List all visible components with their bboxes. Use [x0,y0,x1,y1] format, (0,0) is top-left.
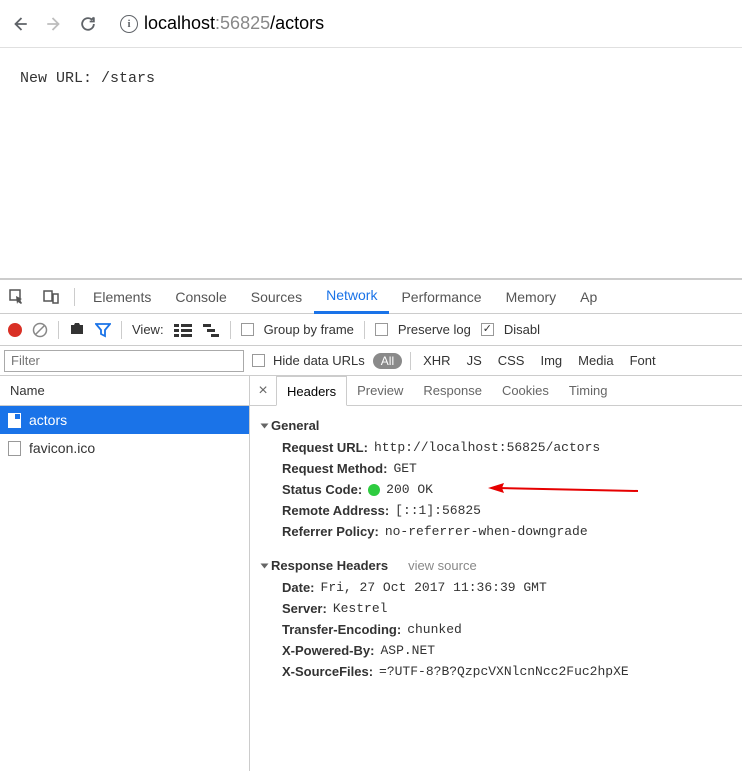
devtools-panel: Elements Console Sources Network Perform… [0,278,742,771]
filter-css[interactable]: CSS [494,353,529,368]
filter-xhr[interactable]: XHR [419,353,454,368]
reload-button[interactable] [78,14,98,34]
tab-cookies[interactable]: Cookies [492,376,559,406]
separator [74,288,75,306]
kv-status-code: Status Code:200 OK [262,479,730,500]
waterfall-icon[interactable] [202,323,220,337]
tab-performance[interactable]: Performance [389,280,493,314]
screenshot-icon[interactable] [69,322,85,338]
separator [410,352,411,370]
record-button[interactable] [8,323,22,337]
view-label: View: [132,322,164,337]
filter-font[interactable]: Font [626,353,660,368]
kv-transfer-encoding: Transfer-Encoding:chunked [262,619,730,640]
kv-date: Date:Fri, 27 Oct 2017 11:36:39 GMT [262,577,730,598]
reload-icon [78,14,98,34]
tab-response[interactable]: Response [413,376,492,406]
status-dot-icon [368,484,380,496]
kv-referrer-policy: Referrer Policy:no-referrer-when-downgra… [262,521,730,542]
section-toggle-general[interactable]: General [262,414,730,437]
kv-remote-address: Remote Address:[::1]:56825 [262,500,730,521]
url-display: localhost:56825/actors [144,13,324,34]
document-icon [8,413,21,428]
filter-bar: Hide data URLs All XHR JS CSS Img Media … [0,346,742,376]
section-response-headers: Response Headers view source Date:Fri, 2… [250,546,742,686]
site-info-icon[interactable]: i [120,15,138,33]
filter-js[interactable]: JS [463,353,486,368]
tab-application[interactable]: Ap [568,280,609,314]
clear-button[interactable] [32,322,48,338]
request-name: favicon.ico [29,440,95,456]
tab-preview[interactable]: Preview [347,376,413,406]
section-toggle-response-headers[interactable]: Response Headers view source [262,554,730,577]
view-source-link[interactable]: view source [408,558,477,573]
arrow-left-icon [11,15,29,33]
filter-all[interactable]: All [373,353,402,369]
column-header-name[interactable]: Name [0,376,249,406]
filter-toggle-icon[interactable] [95,322,111,338]
disable-cache-label: Disabl [504,322,540,337]
page-content: New URL: /stars [0,48,742,278]
arrow-right-icon [45,15,63,33]
network-toolbar: View: Group by frame Preserve log Disabl [0,314,742,346]
annotation-arrow-icon [488,481,638,497]
disable-cache-checkbox[interactable] [481,323,494,336]
tab-console[interactable]: Console [163,280,238,314]
forward-button[interactable] [44,14,64,34]
inspect-element-icon[interactable] [0,289,34,305]
page-text: New URL: /stars [20,70,155,87]
kv-x-sourcefiles: X-SourceFiles:=?UTF-8?B?QzpcVXNlcnNcc2Fu… [262,661,730,682]
device-toolbar-icon[interactable] [34,289,68,305]
separator [364,321,365,339]
hide-data-urls-checkbox[interactable] [252,354,265,367]
kv-server: Server:Kestrel [262,598,730,619]
request-row-actors[interactable]: actors [0,406,249,434]
browser-toolbar: i localhost:56825/actors [0,0,742,48]
hide-data-urls-label: Hide data URLs [273,353,365,368]
close-details-button[interactable]: × [250,382,276,400]
filter-img[interactable]: Img [536,353,566,368]
address-bar[interactable]: i localhost:56825/actors [112,8,732,40]
section-title: Response Headers [271,558,388,573]
network-body: Name actors favicon.ico × Headers Previe… [0,376,742,771]
tab-headers[interactable]: Headers [276,376,347,406]
url-port: :56825 [215,13,270,33]
preserve-log-label: Preserve log [398,322,471,337]
kv-request-url: Request URL:http://localhost:56825/actor… [262,437,730,458]
kv-x-powered-by: X-Powered-By:ASP.NET [262,640,730,661]
tab-timing[interactable]: Timing [559,376,618,406]
separator [121,321,122,339]
triangle-down-icon [261,423,269,428]
group-by-frame-checkbox[interactable] [241,323,254,336]
url-path: /actors [270,13,324,33]
detail-tabs: × Headers Preview Response Cookies Timin… [250,376,742,406]
group-by-frame-label: Group by frame [264,322,354,337]
filter-media[interactable]: Media [574,353,617,368]
preserve-log-checkbox[interactable] [375,323,388,336]
request-list: Name actors favicon.ico [0,376,250,771]
url-host: localhost [144,13,215,33]
section-general: General Request URL:http://localhost:568… [250,406,742,546]
kv-request-method: Request Method:GET [262,458,730,479]
devtools-tabs: Elements Console Sources Network Perform… [0,280,742,314]
back-button[interactable] [10,14,30,34]
request-details: × Headers Preview Response Cookies Timin… [250,376,742,771]
tab-memory[interactable]: Memory [494,280,569,314]
request-name: actors [29,412,67,428]
tab-sources[interactable]: Sources [239,280,314,314]
request-row-favicon[interactable]: favicon.ico [0,434,249,462]
triangle-down-icon [261,563,269,568]
separator [58,321,59,339]
section-title: General [271,418,319,433]
large-rows-icon[interactable] [174,323,192,337]
filter-input[interactable] [4,350,244,372]
tab-elements[interactable]: Elements [81,280,163,314]
tab-network[interactable]: Network [314,280,389,314]
document-icon [8,441,21,456]
separator [230,321,231,339]
